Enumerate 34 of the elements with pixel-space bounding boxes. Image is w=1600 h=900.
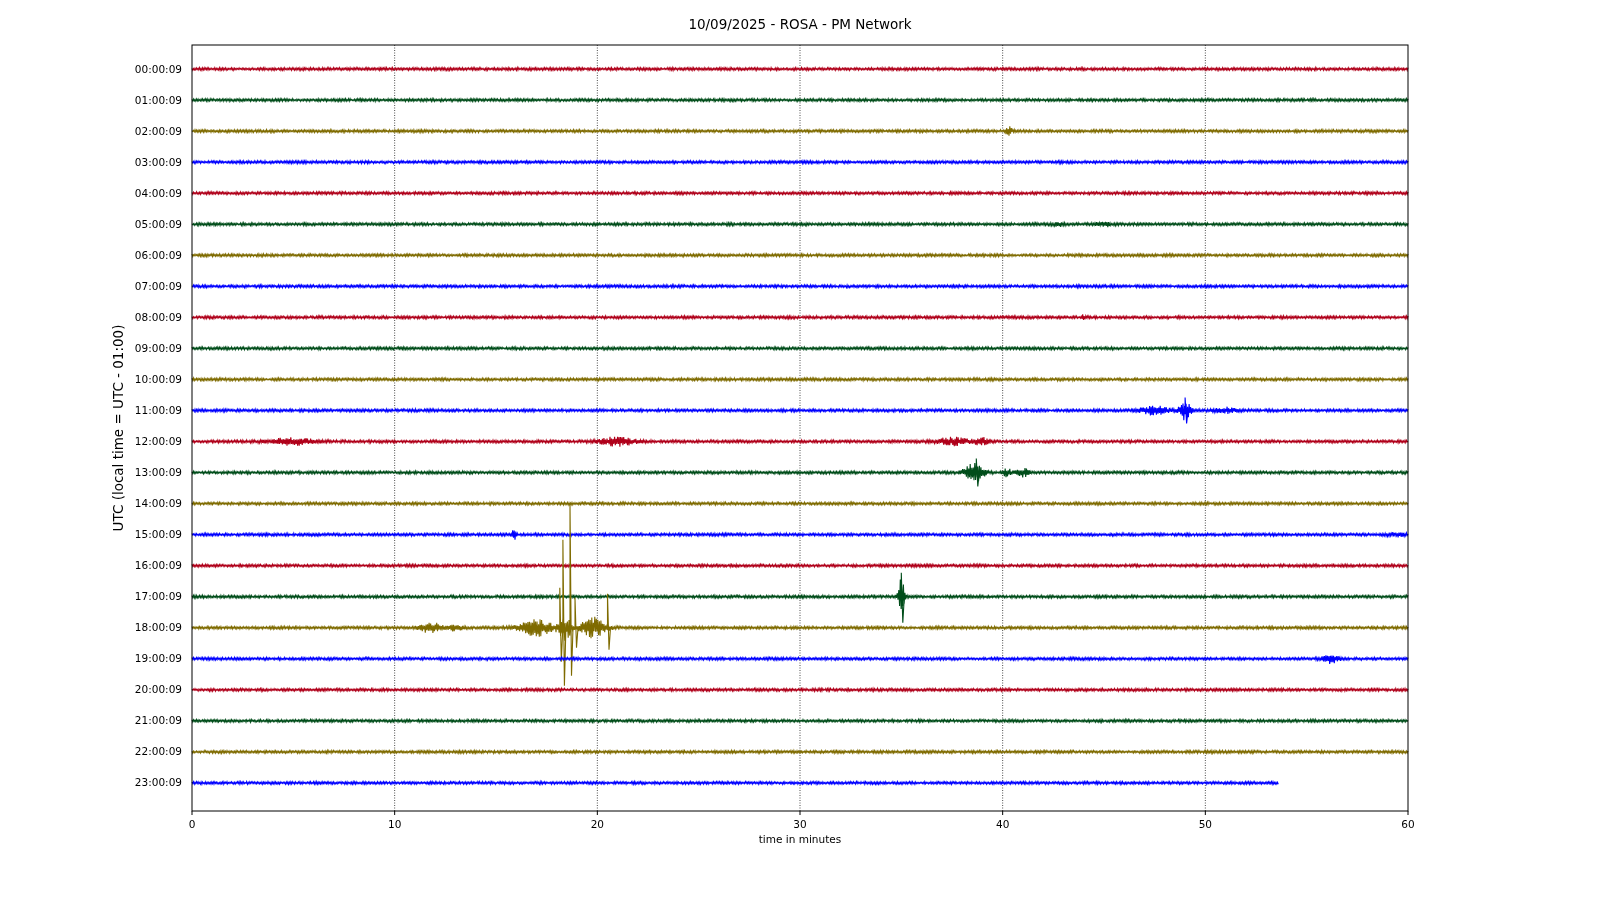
hour-label: 11:00:09: [134, 403, 182, 416]
hour-label: 06:00:09: [134, 248, 182, 261]
hour-label: 10:00:09: [134, 372, 182, 385]
hour-label: 04:00:09: [134, 186, 182, 199]
y-axis-label: UTC (local time = UTC - 01:00): [110, 324, 126, 532]
hour-label: 16:00:09: [134, 559, 182, 572]
hour-label: 17:00:09: [134, 590, 182, 603]
hour-label: 00:00:09: [134, 62, 182, 75]
hour-label: 14:00:09: [134, 497, 182, 510]
x-tick-label: 60: [1401, 818, 1415, 830]
hour-label: 20:00:09: [134, 683, 182, 696]
hour-label: 19:00:09: [134, 652, 182, 665]
hour-label: 03:00:09: [134, 155, 182, 168]
x-tick-label: 30: [793, 818, 807, 830]
hour-label: 13:00:09: [134, 466, 182, 478]
x-axis-label: time in minutes: [758, 833, 842, 845]
hour-label: 22:00:09: [134, 745, 182, 758]
hour-label: 23:00:09: [134, 776, 182, 789]
hour-label: 07:00:09: [134, 279, 182, 292]
hour-label: 08:00:09: [134, 310, 182, 323]
chart-title: 10/09/2025 - ROSA - PM Network: [688, 16, 912, 32]
hour-label: 21:00:09: [134, 714, 182, 727]
x-tick-label: 20: [590, 818, 604, 830]
hour-label: 09:00:09: [134, 341, 182, 354]
hour-label: 05:00:09: [134, 217, 182, 230]
x-tick-label: 0: [188, 818, 196, 830]
hour-label: 12:00:09: [134, 435, 182, 447]
x-tick-label: 10: [388, 818, 402, 830]
x-tick-label: 40: [996, 818, 1010, 830]
hour-label: 02:00:09: [134, 124, 182, 137]
x-tick-label: 50: [1198, 818, 1212, 830]
hour-label: 15:00:09: [134, 528, 182, 541]
hour-label: 01:00:09: [134, 93, 182, 106]
hour-label: 18:00:09: [134, 621, 182, 634]
